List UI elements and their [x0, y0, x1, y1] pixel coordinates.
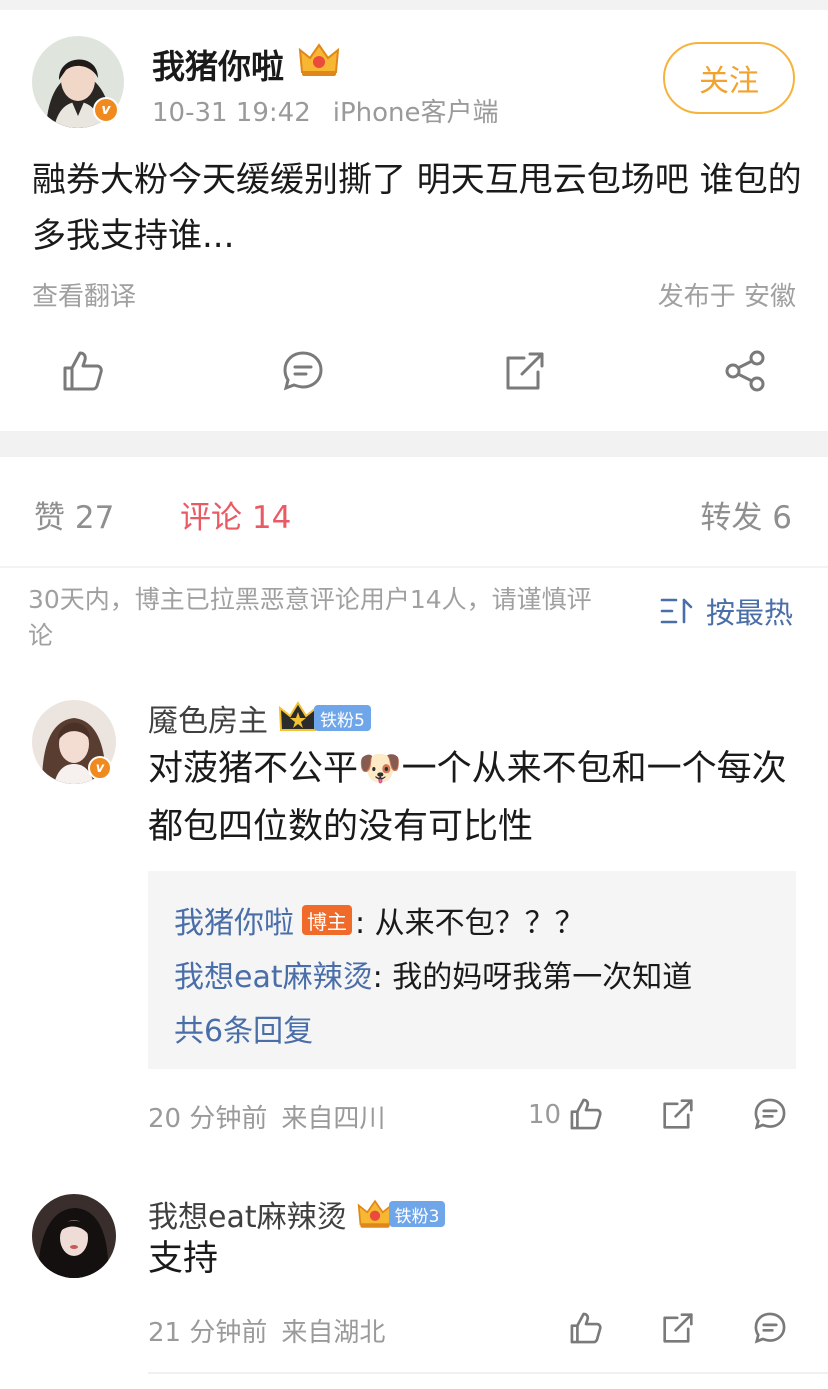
sort-icon: [660, 598, 693, 624]
comment-like-icon[interactable]: [568, 1096, 604, 1132]
tab-reposts[interactable]: 转发 6: [700, 492, 792, 537]
author-name[interactable]: 我猪你啦: [152, 40, 284, 88]
reply-text: : 从来不包？？？: [355, 906, 585, 941]
more-replies-link[interactable]: 共6条回复: [174, 1006, 313, 1050]
comment-like-icon[interactable]: [568, 1310, 604, 1346]
comment-meta: 21 分钟前 来自湖北: [148, 1312, 385, 1349]
crown-icon: [357, 1199, 392, 1228]
translate-link[interactable]: 查看翻译: [32, 276, 136, 313]
share-icon[interactable]: [722, 348, 768, 394]
post-text: 融券大粉今天缓缓别撕了 明天互甩云包场吧 谁包的多我支持谁...: [32, 160, 802, 256]
top-spacer: [0, 0, 828, 10]
crown-icon: [278, 701, 318, 731]
verified-icon: v: [88, 756, 112, 780]
blacklist-notice: 30天内，博主已拉黑恶意评论用户14人，请谨慎评论: [28, 585, 592, 650]
comment-time: 21 分钟前: [148, 1318, 268, 1348]
author-badge: 博主: [302, 905, 352, 935]
comment-divider: [148, 1372, 828, 1374]
fan-badge: 铁粉3: [388, 1201, 446, 1227]
verified-icon: v: [93, 97, 119, 123]
crown-icon: [298, 42, 340, 86]
comment-meta: 20 分钟前 来自四川: [148, 1098, 385, 1135]
comment-reply-icon[interactable]: [752, 1096, 788, 1132]
fan-badge: 铁粉5: [314, 705, 371, 731]
comment-author-row: 魇色房主 铁粉5: [148, 696, 371, 740]
sort-label: 按最热: [706, 596, 794, 630]
repost-icon[interactable]: [502, 348, 548, 394]
follow-button[interactable]: 关注: [663, 42, 795, 114]
tab-divider: [0, 566, 828, 568]
comment-repost-icon[interactable]: [660, 1310, 696, 1346]
sort-button[interactable]: 按最热: [660, 590, 793, 632]
post-meta: 10-31 19:42 iPhone客户端: [152, 92, 499, 129]
post-location: 发布于 安徽: [657, 282, 796, 312]
section-divider: [0, 431, 828, 457]
reply-author[interactable]: 我想eat麻辣烫: [174, 952, 373, 996]
author-name-row: 我猪你啦: [152, 40, 340, 88]
comment-reply-icon[interactable]: [752, 1310, 788, 1346]
like-icon[interactable]: [60, 348, 106, 394]
comment-like-count: 10: [528, 1100, 562, 1130]
post-client: iPhone客户端: [332, 98, 499, 128]
comment-repost-icon[interactable]: [660, 1096, 696, 1132]
comment-text: 支持: [148, 1239, 219, 1279]
comment-time: 20 分钟前: [148, 1104, 268, 1134]
comment-location: 来自湖北: [281, 1318, 386, 1348]
reply-item[interactable]: 我想eat麻辣烫 : 我的妈呀我第一次知道: [174, 952, 692, 996]
comment-location: 来自四川: [281, 1104, 386, 1134]
post-time: 10-31 19:42: [152, 98, 311, 128]
reply-author[interactable]: 我猪你啦: [174, 898, 294, 942]
comment-author-name[interactable]: 魇色房主: [148, 696, 268, 740]
reply-item[interactable]: 我猪你啦 博主 : 从来不包？？？: [174, 898, 585, 942]
comment-icon[interactable]: [280, 348, 326, 394]
tab-likes[interactable]: 赞 27: [34, 492, 114, 537]
comment-avatar[interactable]: [32, 1194, 116, 1278]
comment-text: 对菠猪不公平🐶一个从来不包和一个每次都包四位数的没有可比性: [148, 749, 787, 847]
tab-comments[interactable]: 评论 14: [180, 492, 291, 537]
reply-text: : 我的妈呀我第一次知道: [372, 960, 693, 995]
